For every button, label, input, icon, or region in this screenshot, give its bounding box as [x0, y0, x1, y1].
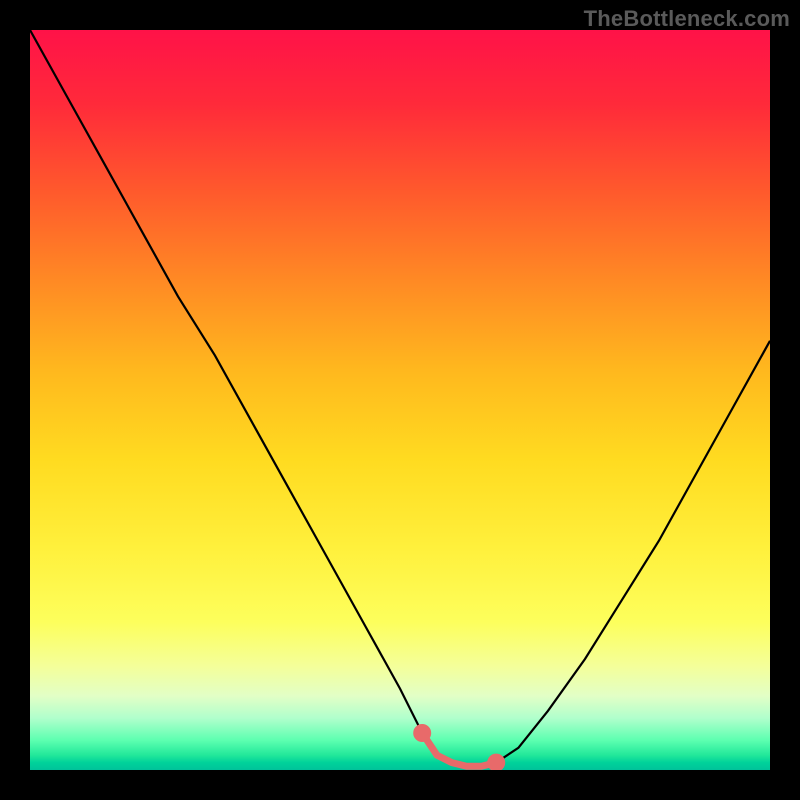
curve-layer [30, 30, 770, 770]
highlight-segment [417, 728, 502, 769]
bottleneck-curve [30, 30, 770, 766]
watermark-text: TheBottleneck.com [584, 6, 790, 32]
plot-area [30, 30, 770, 770]
highlight-path [422, 733, 496, 766]
highlight-endpoint [417, 728, 428, 739]
chart-frame: TheBottleneck.com [0, 0, 800, 800]
highlight-endpoint [491, 757, 502, 768]
